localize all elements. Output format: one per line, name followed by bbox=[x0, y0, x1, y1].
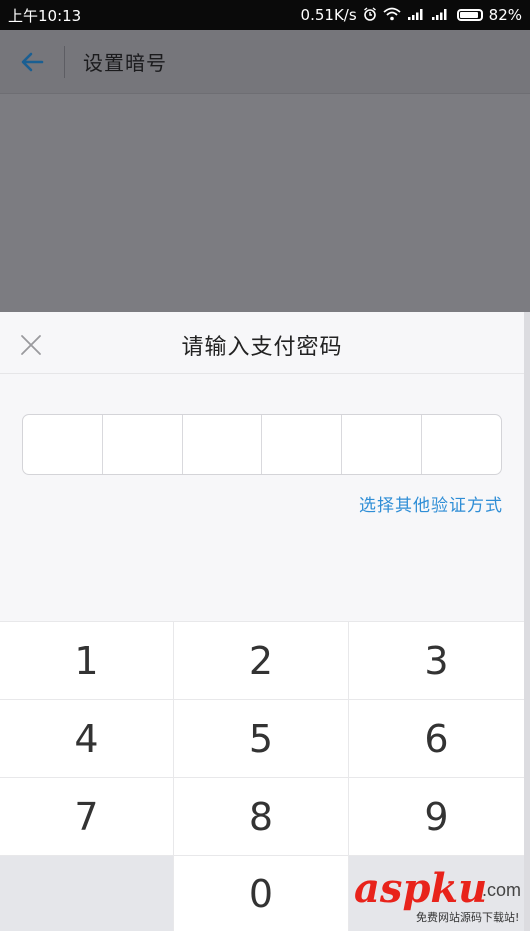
key-blank-right bbox=[349, 855, 524, 931]
network-speed: 0.51K/s bbox=[300, 6, 357, 24]
key-0[interactable]: 0 bbox=[174, 855, 349, 931]
key-2[interactable]: 2 bbox=[174, 621, 349, 699]
alarm-icon bbox=[363, 6, 377, 24]
status-time: 上午10:13 bbox=[8, 6, 82, 25]
status-icons: 0.51K/s 82% bbox=[301, 6, 522, 24]
key-6[interactable]: 6 bbox=[349, 699, 524, 777]
password-digit-3[interactable] bbox=[183, 415, 263, 474]
password-digit-2[interactable] bbox=[103, 415, 183, 474]
password-digit-1[interactable] bbox=[23, 415, 103, 474]
password-input[interactable] bbox=[22, 414, 502, 475]
signal-icon-1 bbox=[407, 8, 425, 23]
status-bar: 上午10:13 0.51K/s 82% bbox=[0, 0, 530, 30]
password-digit-5[interactable] bbox=[342, 415, 423, 474]
page-title: 设置暗号 bbox=[83, 51, 167, 75]
numeric-keypad: 1 2 3 4 5 6 7 8 9 0 bbox=[0, 621, 524, 931]
wifi-icon bbox=[383, 7, 401, 24]
back-button[interactable] bbox=[0, 30, 64, 93]
sheet-edge bbox=[524, 312, 530, 931]
dim-overlay[interactable] bbox=[0, 93, 530, 312]
app-bar: 设置暗号 bbox=[0, 30, 530, 93]
other-verification-link[interactable]: 选择其他验证方式 bbox=[359, 491, 503, 516]
key-blank-left bbox=[0, 855, 174, 931]
battery-icon bbox=[456, 9, 483, 21]
signal-icon-2 bbox=[431, 8, 449, 23]
sheet-title: 请输入支付密码 bbox=[181, 335, 343, 360]
key-7[interactable]: 7 bbox=[0, 777, 174, 855]
password-digit-6[interactable] bbox=[422, 415, 501, 474]
key-5[interactable]: 5 bbox=[174, 699, 349, 777]
key-9[interactable]: 9 bbox=[349, 777, 524, 855]
password-digit-4[interactable] bbox=[262, 415, 343, 474]
key-1[interactable]: 1 bbox=[0, 621, 174, 699]
key-8[interactable]: 8 bbox=[174, 777, 349, 855]
key-4[interactable]: 4 bbox=[0, 699, 174, 777]
sheet-header: 请输入支付密码 bbox=[0, 312, 524, 374]
key-3[interactable]: 3 bbox=[349, 621, 524, 699]
battery-percent: 82% bbox=[488, 6, 522, 24]
back-arrow-icon bbox=[21, 52, 44, 71]
app-bar-divider bbox=[64, 45, 65, 78]
